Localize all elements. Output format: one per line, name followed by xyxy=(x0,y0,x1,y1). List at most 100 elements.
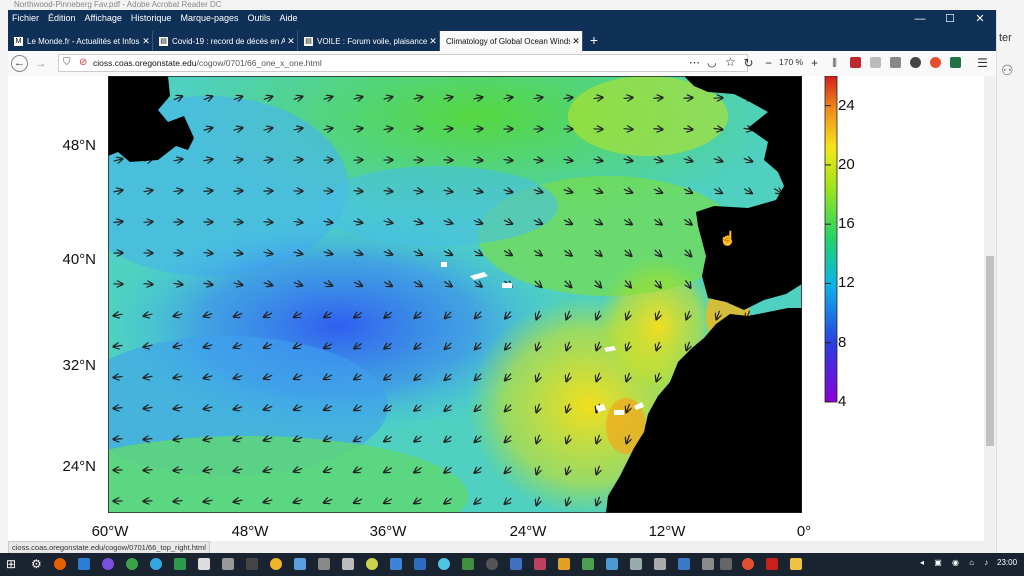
vertical-scrollbar[interactable] xyxy=(984,76,996,541)
app-taskbar-icon[interactable] xyxy=(294,558,306,570)
zoom-in-button[interactable]: + xyxy=(806,55,823,72)
app-taskbar-icon[interactable] xyxy=(390,558,402,570)
colorbar-label: 4 xyxy=(838,393,847,410)
colorbar-label: 20 xyxy=(838,155,855,173)
tab-climatology[interactable]: Climatology of Global Ocean Winds ✕ xyxy=(440,31,583,51)
addon-icon[interactable] xyxy=(930,57,941,68)
close-tab-icon[interactable]: ✕ xyxy=(140,36,152,47)
ublock-icon[interactable] xyxy=(850,57,861,68)
chrome-taskbar-icon[interactable] xyxy=(126,558,138,570)
shield-icon[interactable]: ⛉ xyxy=(63,57,71,68)
menu-bar: Fichier Édition Affichage Historique Mar… xyxy=(12,13,298,23)
close-tab-icon[interactable]: ✕ xyxy=(427,36,439,47)
x-tick-label: 36°W xyxy=(369,523,407,540)
wind-arrow xyxy=(144,470,153,471)
scrollbar-thumb[interactable] xyxy=(986,256,994,446)
app-taskbar-icon[interactable] xyxy=(342,558,354,570)
wind-arrow xyxy=(473,129,483,130)
app-taskbar-icon[interactable] xyxy=(150,558,162,570)
tab-voile[interactable]: ▤ VOILE : Forum voile, plaisance ✕ xyxy=(298,31,440,51)
bookmark-star-icon[interactable]: ☆ xyxy=(725,55,736,69)
menu-file[interactable]: Fichier xyxy=(12,13,39,23)
extension-icon[interactable] xyxy=(870,57,881,68)
tab-label: VOILE : Forum voile, plaisance xyxy=(317,36,427,46)
app-taskbar-icon[interactable] xyxy=(246,558,258,570)
forward-button[interactable]: → xyxy=(32,55,49,72)
url-bar[interactable]: ⛉ ⊘ cioss.coas.oregonstate.edu/cogow/070… xyxy=(58,54,748,72)
tab-covid[interactable]: ▤ Covid-19 : record de décès en Allemagn… xyxy=(153,31,298,51)
menu-history[interactable]: Historique xyxy=(131,13,172,23)
wind-arrow xyxy=(233,191,243,192)
app-taskbar-icon[interactable] xyxy=(720,558,732,570)
menu-tools[interactable]: Outils xyxy=(248,13,271,23)
library-icon[interactable]: ⫼ xyxy=(826,55,843,72)
app-taskbar-icon[interactable] xyxy=(270,558,282,570)
app-taskbar-icon[interactable] xyxy=(174,558,186,570)
map-field xyxy=(108,76,802,513)
tab-lemonde[interactable]: M Le Monde.fr - Actualités et Infos en F… xyxy=(8,31,153,51)
wind-climatology-map xyxy=(108,76,838,513)
hand-cursor-icon: ☝ xyxy=(719,230,737,246)
app-taskbar-icon[interactable] xyxy=(222,558,234,570)
tab-label: Le Monde.fr - Actualités et Infos en Fra… xyxy=(27,36,140,46)
reader-icon[interactable] xyxy=(890,57,901,68)
file-explorer-taskbar-icon[interactable] xyxy=(790,558,802,570)
menu-help[interactable]: Aide xyxy=(280,13,298,23)
close-tab-icon[interactable]: ✕ xyxy=(570,36,582,47)
zoom-level[interactable]: 170 % xyxy=(779,57,803,67)
firefox-taskbar-icon[interactable] xyxy=(54,558,66,570)
account-icon[interactable] xyxy=(910,57,921,68)
system-tray[interactable]: ◂ ▣ ◉ ⌂ ♪ xyxy=(920,558,992,567)
app-taskbar-icon[interactable] xyxy=(654,558,666,570)
app-taskbar-icon[interactable] xyxy=(102,558,114,570)
minimize-button[interactable]: — xyxy=(906,11,934,28)
menu-bookmarks[interactable]: Marque-pages xyxy=(180,13,238,23)
acrobat-taskbar-icon[interactable] xyxy=(766,558,778,570)
app-taskbar-icon[interactable] xyxy=(630,558,642,570)
maximize-button[interactable]: ☐ xyxy=(936,11,964,28)
reload-button[interactable]: ↻ xyxy=(740,55,757,72)
pocket-icon[interactable]: ◡ xyxy=(707,56,717,69)
back-button[interactable]: ← xyxy=(11,55,28,72)
app-taskbar-icon[interactable] xyxy=(366,558,378,570)
app-taskbar-icon[interactable] xyxy=(462,558,474,570)
clock: 23:00 xyxy=(997,558,1018,567)
app-taskbar-icon[interactable] xyxy=(558,558,570,570)
start-button[interactable]: ⊞ xyxy=(6,557,16,571)
lemonde-icon: M xyxy=(14,36,23,46)
page-actions-icon[interactable]: ⋯ xyxy=(689,56,700,69)
app-taskbar-icon[interactable] xyxy=(678,558,690,570)
app-taskbar-icon[interactable] xyxy=(318,558,330,570)
app-taskbar-icon[interactable] xyxy=(606,558,618,570)
app-taskbar-icon[interactable] xyxy=(742,558,754,570)
menu-view[interactable]: Affichage xyxy=(85,13,122,23)
app-taskbar-icon[interactable] xyxy=(438,558,450,570)
app-taskbar-icon[interactable] xyxy=(702,558,714,570)
user-icon[interactable]: ⚇ xyxy=(1001,62,1014,79)
zoom-out-button[interactable]: − xyxy=(760,55,777,72)
menu-hamburger-icon[interactable]: ☰ xyxy=(974,55,991,72)
app-taskbar-icon[interactable] xyxy=(78,558,90,570)
new-tab-button[interactable]: + xyxy=(585,31,603,51)
y-tick-label: 32°N xyxy=(62,357,96,374)
wind-arrow xyxy=(114,408,123,409)
x-tick-label: 60°W xyxy=(91,523,129,540)
app-taskbar-icon[interactable] xyxy=(198,558,210,570)
y-tick-label: 40°N xyxy=(62,251,96,268)
app-taskbar-icon[interactable] xyxy=(510,558,522,570)
app-taskbar-icon[interactable] xyxy=(534,558,546,570)
insecure-lock-icon[interactable]: ⊘ xyxy=(79,57,87,68)
app-taskbar-icon[interactable] xyxy=(414,558,426,570)
close-tab-icon[interactable]: ✕ xyxy=(285,36,297,47)
url-path: /cogow/0701/66_one_x_one.html xyxy=(196,58,322,68)
x-tick-label: 48°W xyxy=(231,523,269,540)
background-app-button[interactable]: ter xyxy=(999,32,1012,44)
background-app-left-edge xyxy=(0,10,8,553)
menu-edit[interactable]: Édition xyxy=(48,13,76,23)
settings-gear-icon[interactable]: ⚙ xyxy=(31,557,42,571)
app-taskbar-icon[interactable] xyxy=(582,558,594,570)
excel-icon[interactable] xyxy=(950,57,961,68)
colorbar xyxy=(824,76,838,403)
app-taskbar-icon[interactable] xyxy=(486,558,498,570)
close-window-button[interactable]: ✕ xyxy=(966,11,994,28)
